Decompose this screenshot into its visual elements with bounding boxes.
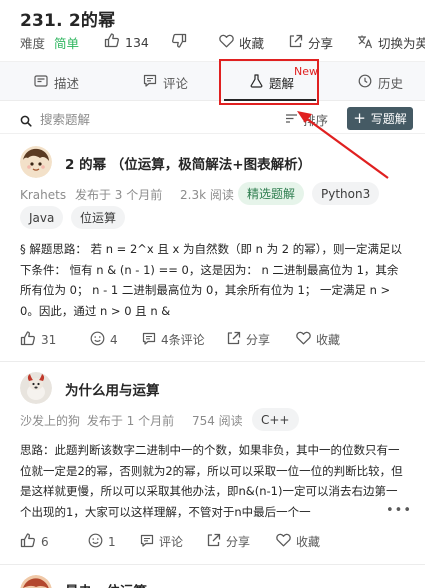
tag-cpp[interactable]: C++ bbox=[252, 408, 299, 431]
new-badge: New bbox=[294, 65, 318, 78]
share-button[interactable]: 分享 bbox=[206, 533, 250, 550]
share-icon bbox=[206, 533, 221, 550]
favorite-button[interactable]: 收藏 bbox=[296, 331, 340, 348]
emoji-count: 4 bbox=[110, 333, 118, 347]
share-label: 分享 bbox=[308, 36, 334, 51]
avatar[interactable] bbox=[20, 372, 52, 404]
tab-description-label: 描述 bbox=[54, 75, 80, 91]
sort-icon bbox=[285, 112, 298, 127]
emoji-count: 1 bbox=[108, 535, 116, 549]
smile-icon bbox=[90, 331, 105, 349]
share-label: 分享 bbox=[226, 535, 251, 549]
avatar[interactable] bbox=[20, 146, 52, 178]
tag-featured[interactable]: 精选题解 bbox=[238, 182, 305, 205]
share-icon bbox=[288, 34, 303, 51]
switch-language-label: 切换为英文 bbox=[378, 36, 425, 51]
post-published: 发布于 1 个月前 bbox=[86, 414, 175, 428]
problem-title: 231. 2的幂 bbox=[20, 11, 116, 31]
post-meta: Krahets 发布于 3 个月前 2.3k 阅读 bbox=[20, 186, 234, 203]
tag-python3[interactable]: Python3 bbox=[312, 182, 380, 205]
switch-language-button[interactable]: 切换为英文 bbox=[357, 33, 425, 52]
dislike-button[interactable] bbox=[171, 33, 192, 51]
tab-history-label: 历史 bbox=[378, 75, 404, 91]
tab-description[interactable]: 描述 bbox=[34, 62, 79, 102]
thumbs-up-icon bbox=[104, 33, 120, 51]
comment-label: 4条评论 bbox=[161, 333, 205, 347]
clock-icon bbox=[358, 74, 372, 91]
like-button[interactable]: 6 bbox=[20, 533, 49, 551]
tab-comments[interactable]: 评论 bbox=[143, 62, 188, 102]
like-button[interactable]: 31 bbox=[20, 331, 56, 349]
smile-icon bbox=[88, 533, 103, 551]
favorite-label: 收藏 bbox=[239, 36, 265, 51]
document-icon bbox=[34, 74, 48, 90]
favorite-label: 收藏 bbox=[296, 535, 321, 549]
tag-bit-operation[interactable]: 位运算 bbox=[71, 206, 126, 229]
tab-history[interactable]: 历史 bbox=[358, 62, 403, 102]
post-divider bbox=[0, 564, 425, 565]
post-excerpt[interactable]: 思路：此题判断该数字二进制中一的个数，如果非负，其中一的位数只有一位就一定是2的… bbox=[20, 440, 408, 522]
emoji-reaction-button[interactable]: 4 bbox=[90, 331, 118, 349]
comment-label: 评论 bbox=[159, 535, 184, 549]
post-published: 发布于 3 个月前 bbox=[74, 188, 163, 202]
heart-icon bbox=[296, 331, 311, 348]
like-count: 6 bbox=[41, 535, 49, 549]
difficulty-value: 简单 bbox=[54, 36, 80, 51]
problem-meta-bar: 难度 简单 134 收藏 分享 切换为英文 bbox=[20, 33, 425, 51]
share-label: 分享 bbox=[246, 333, 271, 347]
search-input[interactable] bbox=[40, 108, 220, 130]
tab-bar: 描述 评论 题解 历史 bbox=[0, 61, 425, 101]
post-actions: 6 1 评论 分享 收藏 bbox=[20, 533, 420, 553]
post-author[interactable]: 沙发上的狗 bbox=[20, 414, 80, 428]
post-views: 754 阅读 bbox=[191, 414, 243, 428]
comment-button[interactable]: 评论 bbox=[140, 533, 183, 550]
post-actions: 31 4 4条评论 分享 收藏 bbox=[20, 331, 420, 351]
post-views: 2.3k 阅读 bbox=[180, 188, 234, 202]
translate-icon bbox=[357, 34, 373, 52]
comment-icon bbox=[143, 74, 157, 90]
comment-icon bbox=[140, 534, 154, 550]
post-title[interactable]: 最夬 · 位运算 bbox=[65, 580, 147, 588]
comment-button[interactable]: 4条评论 bbox=[142, 331, 205, 348]
like-count: 134 bbox=[125, 34, 149, 50]
write-solution-button[interactable]: + 写题解 bbox=[347, 107, 413, 130]
share-icon bbox=[226, 331, 241, 348]
post-title[interactable]: 为什么用与运算 bbox=[65, 379, 160, 399]
tag-java[interactable]: Java bbox=[20, 206, 64, 229]
comment-icon bbox=[142, 332, 156, 348]
post-title[interactable]: 2 的幂 （位运算，极简解法+图表解析） bbox=[65, 153, 311, 173]
emoji-reaction-button[interactable]: 1 bbox=[88, 533, 116, 551]
heart-icon bbox=[276, 533, 291, 550]
heart-icon bbox=[219, 34, 234, 51]
more-options-icon[interactable]: ••• bbox=[384, 503, 413, 518]
difficulty-label: 难度 bbox=[20, 36, 46, 51]
share-button[interactable]: 分享 bbox=[226, 331, 270, 348]
avatar[interactable] bbox=[20, 575, 52, 588]
favorite-button[interactable]: 收藏 bbox=[219, 33, 264, 52]
post-divider bbox=[0, 361, 425, 362]
share-button[interactable]: 分享 bbox=[288, 33, 333, 52]
like-button[interactable]: 134 bbox=[104, 33, 149, 51]
thumbs-up-icon bbox=[20, 331, 36, 349]
write-solution-label: 写题解 bbox=[370, 112, 407, 126]
favorite-button[interactable]: 收藏 bbox=[276, 533, 320, 550]
sort-label: 排序 bbox=[303, 113, 329, 128]
thumbs-down-icon bbox=[171, 33, 187, 51]
post-author[interactable]: Krahets bbox=[20, 188, 66, 202]
post-excerpt[interactable]: § 解题思路： 若 n = 2^x 且 x 为自然数（即 n 为 2 的幂），则… bbox=[20, 239, 408, 321]
favorite-label: 收藏 bbox=[316, 333, 341, 347]
search-icon bbox=[20, 112, 32, 131]
plus-icon: + bbox=[353, 109, 366, 127]
thumbs-up-icon bbox=[20, 533, 36, 551]
sort-button[interactable]: 排序 bbox=[285, 110, 328, 129]
tab-comments-label: 评论 bbox=[163, 75, 189, 91]
post-meta: 沙发上的狗 发布于 1 个月前 754 阅读 bbox=[20, 412, 243, 429]
like-count: 31 bbox=[41, 333, 57, 347]
